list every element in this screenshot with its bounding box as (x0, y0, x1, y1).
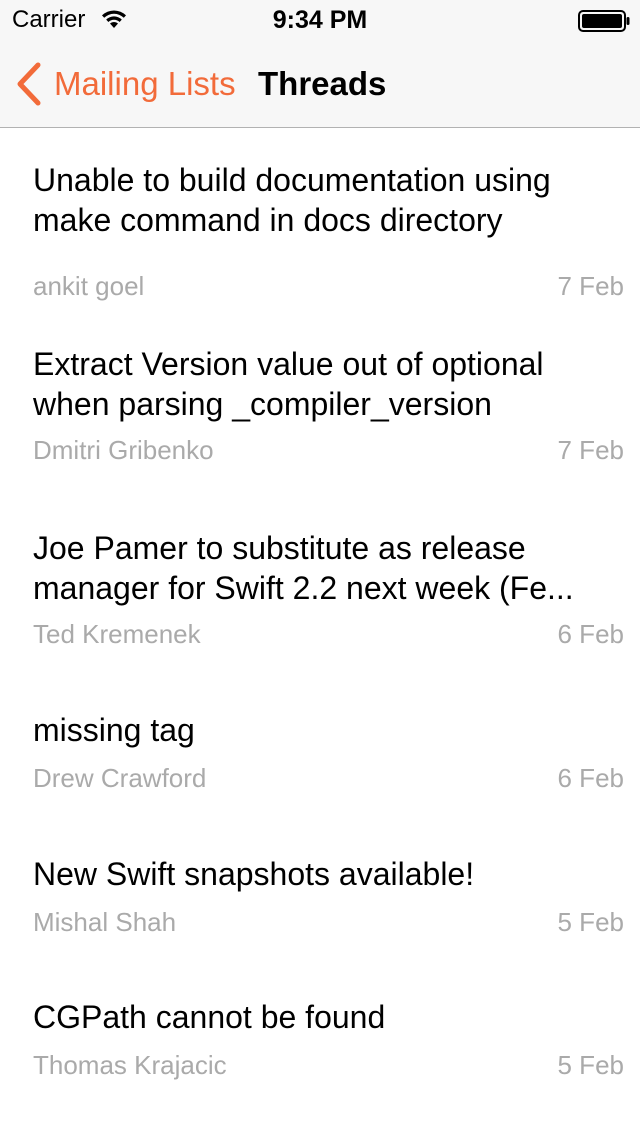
thread-author: ankit goel (33, 271, 145, 301)
thread-author: Ted Kremenek (33, 619, 201, 649)
battery-full-icon (578, 10, 630, 32)
thread-title: CGPath cannot be found (33, 999, 386, 1035)
thread-date: 5 Feb (557, 1050, 625, 1080)
thread-title: missing tag (33, 712, 195, 748)
thread-author: Drew Crawford (33, 763, 207, 793)
thread-date: 6 Feb (557, 763, 625, 793)
thread-date: 5 Feb (557, 907, 625, 937)
navigation-bar: Mailing Lists Threads (0, 40, 640, 128)
thread-row[interactable]: CGPath cannot be found Thomas Krajacic 5… (0, 987, 640, 1111)
screen: Carrier 9:34 PM Mailing Lists Threads Un… (0, 0, 640, 1136)
back-button-label: Mailing Lists (54, 65, 236, 102)
thread-row[interactable]: missing tag Drew Crawford 6 Feb (0, 700, 640, 824)
thread-list: Unable to build documentation using make… (0, 128, 640, 1136)
thread-title: Unable to build documentation using make… (33, 162, 551, 238)
thread-title: New Swift snapshots available! (33, 856, 475, 892)
thread-author: Dmitri Gribenko (33, 435, 214, 465)
thread-title: Extract Version value out of optional wh… (33, 346, 544, 422)
thread-date: 7 Feb (557, 271, 625, 301)
page-title: Threads (258, 65, 387, 102)
top-bar: Carrier 9:34 PM Mailing Lists Threads (0, 0, 640, 128)
status-time: 9:34 PM (272, 6, 368, 34)
thread-date: 7 Feb (557, 435, 625, 465)
thread-author: Thomas Krajacic (33, 1050, 227, 1080)
thread-row[interactable]: Extract Version value out of optional wh… (0, 332, 640, 496)
thread-title: Joe Pamer to substitute as release manag… (33, 530, 574, 606)
chevron-left-icon (17, 62, 41, 106)
thread-row[interactable]: Joe Pamer to substitute as release manag… (0, 516, 640, 680)
back-button[interactable]: Mailing Lists (14, 60, 236, 108)
thread-date: 6 Feb (557, 619, 625, 649)
thread-row[interactable]: New Swift snapshots available! Mishal Sh… (0, 844, 640, 968)
thread-row[interactable]: Unable to build documentation using make… (0, 148, 640, 312)
thread-author: Mishal Shah (33, 907, 177, 937)
status-bar: Carrier 9:34 PM (0, 0, 640, 40)
